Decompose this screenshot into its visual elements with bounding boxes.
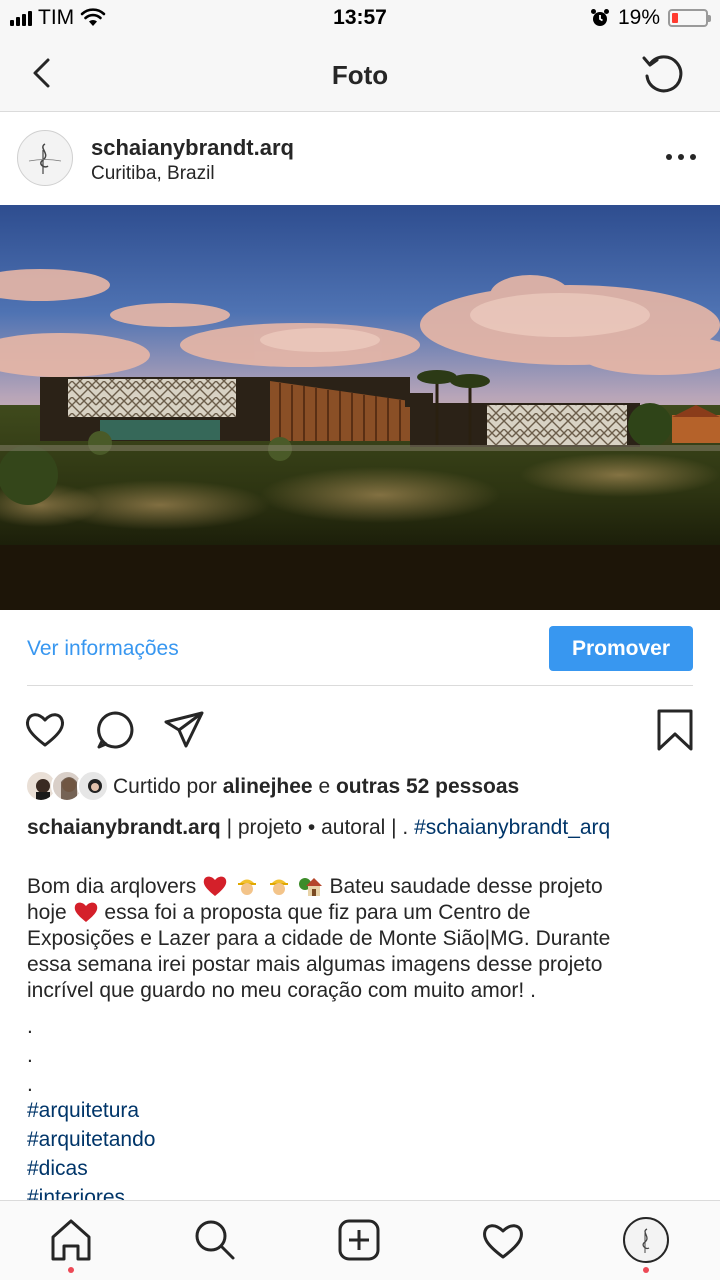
battery-icon: [668, 9, 711, 27]
construction-worker-icon: [237, 879, 256, 895]
hashtag-link[interactable]: #dicas: [27, 1154, 155, 1183]
action-bar: [0, 700, 720, 760]
liker-avatar: [77, 770, 109, 802]
status-right: 19%: [590, 6, 711, 30]
caption-first-line: schaianybrandt.arq | projeto • autoral |…: [27, 816, 611, 839]
nav-bar: Foto: [0, 38, 720, 112]
view-insights-link[interactable]: Ver informações: [27, 637, 179, 661]
search-icon[interactable]: [190, 1215, 238, 1265]
page-title: Foto: [331, 60, 389, 90]
red-heart-icon: [74, 902, 97, 922]
caption-line: incrível que guardo no meu coração com m…: [27, 979, 536, 1002]
add-post-icon[interactable]: [335, 1215, 383, 1265]
battery-level: [672, 13, 678, 23]
hashtag-link[interactable]: #arquitetando: [27, 1125, 155, 1154]
share-icon[interactable]: [162, 708, 206, 752]
home-notification-dot: [68, 1267, 74, 1273]
red-heart-icon: [203, 876, 227, 896]
profile-notification-dot: [643, 1267, 649, 1273]
house-with-garden-icon: [298, 878, 322, 896]
post-header: schaianybrandt.arq Curitiba, Brazil: [0, 113, 720, 205]
alarm-icon: [590, 9, 609, 26]
home-icon[interactable]: [47, 1215, 95, 1265]
avatar[interactable]: [17, 130, 73, 186]
caption-line: essa semana irei postar mais algumas ima…: [27, 953, 603, 976]
status-bar: TIM 13:57 19%: [0, 0, 720, 38]
post-location[interactable]: Curitiba, Brazil: [91, 163, 215, 185]
caption-body: Bom dia arqlovers Bateu saudade desse pr…: [27, 874, 697, 1004]
info-row: Ver informações Promover: [0, 610, 720, 686]
comment-icon[interactable]: [93, 708, 137, 752]
post-username[interactable]: schaianybrandt.arq: [91, 135, 294, 161]
tab-bar: [0, 1200, 720, 1280]
battery-percent: 19%: [617, 6, 660, 29]
caption-hashtag[interactable]: #schaianybrandt_arq: [414, 816, 610, 839]
likes-others[interactable]: outras 52 pessoas: [336, 775, 519, 798]
divider: [27, 685, 693, 686]
liker-avatars: [25, 770, 109, 804]
promote-button[interactable]: Promover: [549, 626, 693, 671]
likes-row[interactable]: Curtido por alinejhee e outras 52 pessoa…: [25, 770, 519, 804]
profile-icon[interactable]: [622, 1215, 670, 1265]
refresh-icon[interactable]: [640, 50, 688, 98]
caption-hashtags: #arquitetura #arquitetando #dicas #inter…: [27, 1096, 155, 1212]
likes-text: Curtido por alinejhee e outras 52 pessoa…: [113, 775, 520, 798]
more-icon[interactable]: [666, 147, 696, 167]
caption-dots: . . .: [27, 1015, 33, 1096]
architecture-render-image: [0, 205, 720, 610]
bookmark-icon[interactable]: [653, 708, 697, 752]
liker-username[interactable]: alinejhee: [223, 775, 313, 798]
post-photo[interactable]: [0, 205, 720, 610]
caption-username[interactable]: schaianybrandt.arq: [27, 816, 221, 839]
heart-icon[interactable]: [23, 708, 67, 752]
avatar-logo-icon: [28, 143, 62, 174]
construction-worker-icon: [269, 879, 288, 895]
caption-line: Exposições e Lazer para a cidade de Mont…: [27, 927, 611, 950]
activity-icon[interactable]: [479, 1215, 527, 1265]
hashtag-link[interactable]: #arquitetura: [27, 1096, 155, 1125]
